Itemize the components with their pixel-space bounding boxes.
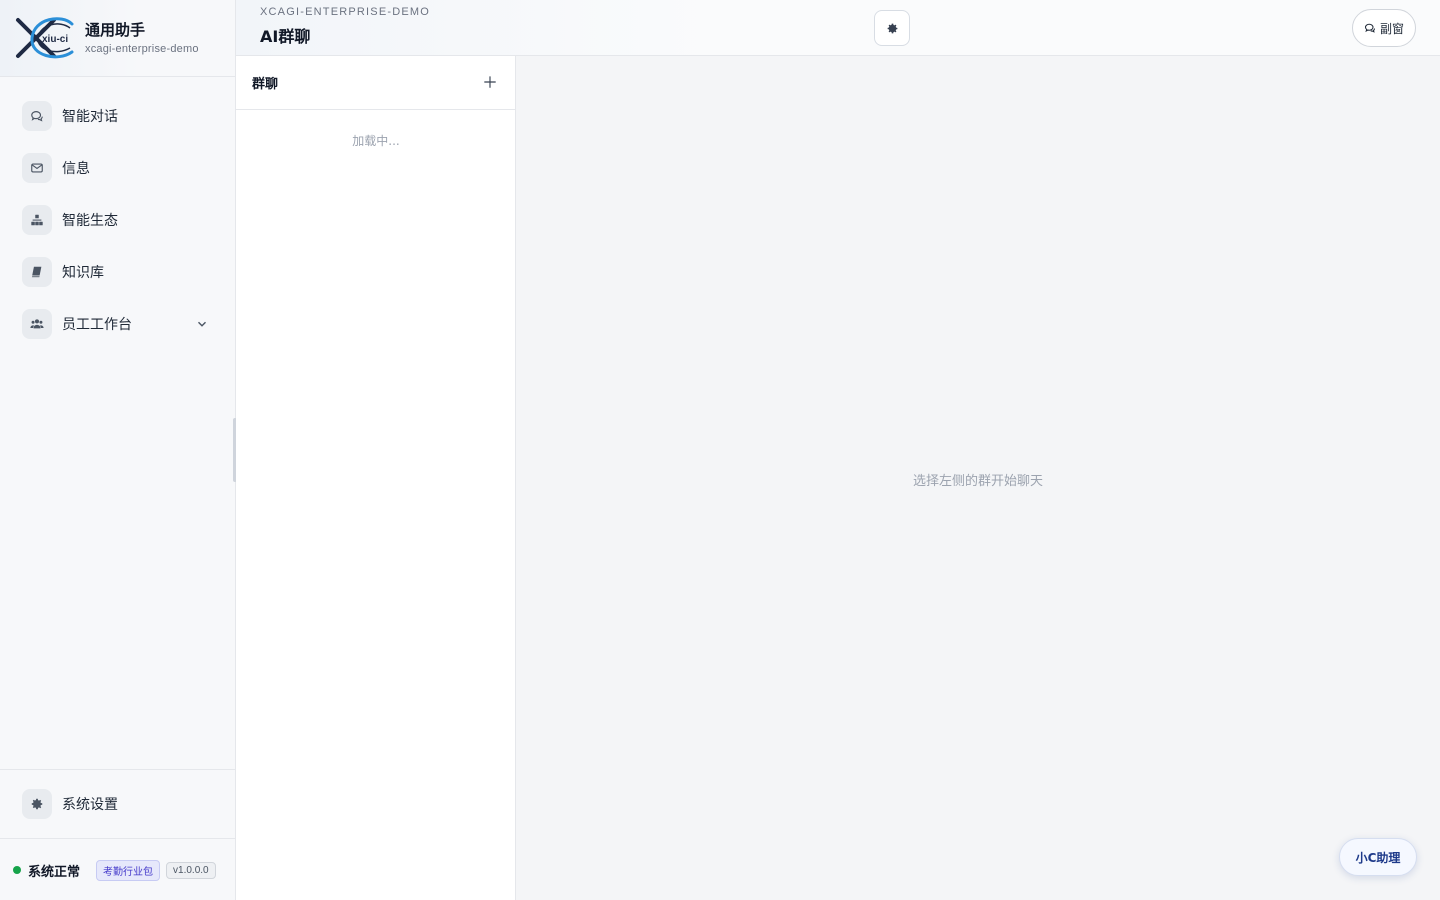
svg-text:xiu-ci: xiu-ci <box>42 34 68 45</box>
assistant-button[interactable]: 小C助理 <box>1339 838 1417 876</box>
group-list-header: 群聊 <box>236 56 515 110</box>
loading-text: 加载中... <box>352 134 400 148</box>
sub-window-label: 副窗 <box>1379 21 1404 36</box>
industry-pack-badge: 考勤行业包 <box>96 859 161 881</box>
settings-button[interactable] <box>874 10 910 46</box>
chat-bubbles-icon <box>22 101 52 131</box>
sidebar-item-smart-chat[interactable]: 智能对话 <box>0 90 235 142</box>
sidebar-item-knowledge-base[interactable]: 知识库 <box>0 246 235 298</box>
chat-main-area: 选择左侧的群开始聊天 <box>516 56 1440 900</box>
sidebar-item-label: 知识库 <box>62 265 104 281</box>
version-badge: v1.0.0.0 <box>166 861 216 879</box>
sidebar-item-label: 信息 <box>62 161 90 177</box>
chat-bubbles-icon <box>1364 23 1376 33</box>
brand-header: xiu-ci 通用助手 xcagi-enterprise-demo <box>0 0 235 77</box>
page-title: AI群聊 <box>260 27 311 46</box>
sidebar: xiu-ci 通用助手 xcagi-enterprise-demo 智能对话 信… <box>0 0 236 900</box>
sitemap-icon <box>22 205 52 235</box>
users-icon <box>22 309 52 339</box>
status-text: 系统正常 <box>28 864 81 880</box>
chevron-down-icon[interactable] <box>195 317 209 331</box>
sidebar-item-label: 智能对话 <box>62 109 118 125</box>
status-dot <box>13 866 21 874</box>
group-list-title: 群聊 <box>252 77 279 92</box>
gear-icon <box>22 789 52 819</box>
page-header: XCAGI-ENTERPRISE-DEMO AI群聊 副窗 <box>236 0 1440 56</box>
sub-window-button[interactable]: 副窗 <box>1352 9 1416 47</box>
sidebar-item-staff-workbench[interactable]: 员工工作台 <box>0 298 235 350</box>
sidebar-nav: 智能对话 信息 智能生态 知识库 员工工作台 <box>0 90 235 350</box>
book-icon <box>22 257 52 287</box>
group-list-panel: 群聊 加载中... <box>236 56 516 900</box>
xiu-ci-logo: xiu-ci <box>16 17 74 59</box>
sidebar-item-label: 员工工作台 <box>62 317 132 333</box>
sidebar-item-system-settings[interactable]: 系统设置 <box>0 769 235 839</box>
system-status-bar: 系统正常 考勤行业包 v1.0.0.0 <box>0 840 235 900</box>
sidebar-item-messages[interactable]: 信息 <box>0 142 235 194</box>
breadcrumb: XCAGI-ENTERPRISE-DEMO <box>260 6 431 18</box>
envelope-icon <box>22 153 52 183</box>
empty-state-text: 选择左侧的群开始聊天 <box>912 474 1043 489</box>
sidebar-item-label: 系统设置 <box>62 797 118 813</box>
gear-icon <box>887 23 897 33</box>
app-title: 通用助手 <box>85 21 146 39</box>
empty-state-hint: 选择左侧的群开始聊天 <box>516 470 1440 489</box>
sidebar-item-ecosystem[interactable]: 智能生态 <box>0 194 235 246</box>
app-subtitle: xcagi-enterprise-demo <box>85 43 199 55</box>
assistant-button-label: 小C助理 <box>1355 850 1401 865</box>
sidebar-item-label: 智能生态 <box>62 213 118 229</box>
add-group-icon[interactable] <box>483 75 497 89</box>
